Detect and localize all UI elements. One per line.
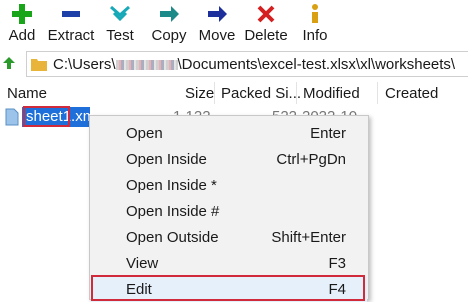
menu-item-shortcut: Shift+Enter [271,229,346,246]
toolbar: Add Extract Test Copy Move Delete Info [0,0,468,48]
menu-item-shortcut: Enter [310,125,346,142]
extract-icon [62,11,80,17]
add-label: Add [8,27,36,44]
add-button[interactable]: Add [6,0,38,48]
column-header: Name Size Packed Si... Modified Created [0,82,468,106]
move-label: Move [198,27,236,44]
menu-item-label: Open Inside * [126,177,217,194]
menu-item-shortcut: F3 [328,255,346,272]
column-separator[interactable] [296,82,297,104]
menu-item-open-inside-hash[interactable]: Open Inside # [91,198,367,224]
extract-label: Extract [47,27,95,44]
path-text: C:\Users\ \Documents\excel-test.xlsx\xl\w… [53,56,455,73]
info-button[interactable]: Info [300,0,330,48]
menu-item-open-inside-star[interactable]: Open Inside * [91,172,367,198]
delete-button[interactable]: Delete [244,0,288,48]
column-created[interactable]: Created [385,85,438,102]
move-button[interactable]: Move [197,0,237,48]
redacted-username [115,59,178,70]
info-label: Info [302,27,328,44]
path-field[interactable]: C:\Users\ \Documents\excel-test.xlsx\xl\w… [26,51,468,77]
info-icon [312,4,318,23]
context-menu: Open Enter Open Inside Ctrl+PgDn Open In… [89,115,369,302]
menu-item-open-outside[interactable]: Open Outside Shift+Enter [91,224,367,250]
folder-icon [31,59,47,71]
column-size[interactable]: Size [185,85,214,102]
add-icon [12,4,32,24]
menu-item-label: Open Inside [126,151,207,168]
test-label: Test [106,27,134,44]
menu-item-view[interactable]: View F3 [91,250,367,276]
delete-label: Delete [244,27,288,44]
file-icon [5,108,19,126]
annotation-highlight-box [91,275,365,301]
column-packed-size[interactable]: Packed Si... [221,85,301,102]
menu-item-label: Open Inside # [126,203,220,220]
menu-item-label: Open Outside [126,229,219,246]
address-bar: C:\Users\ \Documents\excel-test.xlsx\xl\w… [0,50,468,77]
test-icon [110,5,130,22]
menu-item-edit[interactable]: Edit F4 [91,275,367,302]
annotation-highlight-box [23,106,70,127]
menu-item-open[interactable]: Open Enter [91,120,367,146]
copy-arrow-icon [160,6,179,22]
menu-item-label: Open [126,125,163,142]
path-prefix: C:\Users\ [53,55,116,73]
up-folder-button[interactable] [0,52,18,74]
column-name[interactable]: Name [7,85,47,102]
move-arrow-icon [208,6,227,22]
test-button[interactable]: Test [104,0,136,48]
extract-button[interactable]: Extract [48,0,94,48]
delete-x-icon [257,5,275,23]
path-suffix: \Documents\excel-test.xlsx\xl\worksheets… [177,55,456,73]
column-separator[interactable] [214,82,215,104]
up-arrow-icon [3,57,15,69]
copy-label: Copy [151,27,187,44]
column-separator[interactable] [377,82,378,104]
menu-item-open-inside[interactable]: Open Inside Ctrl+PgDn [91,146,367,172]
menu-item-label: View [126,255,159,272]
column-modified[interactable]: Modified [303,85,360,102]
menu-item-shortcut: Ctrl+PgDn [276,151,346,168]
copy-button[interactable]: Copy [149,0,189,48]
